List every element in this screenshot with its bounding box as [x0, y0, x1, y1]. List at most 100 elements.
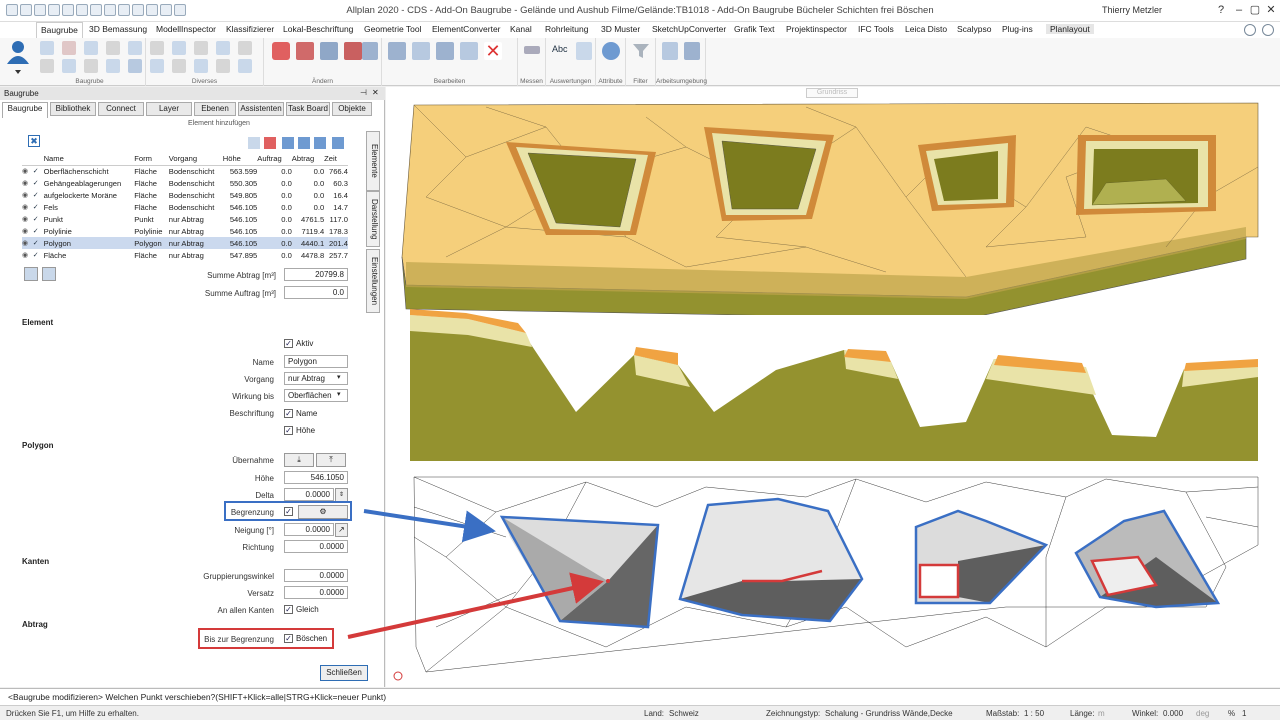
close-icon[interactable]: ✕	[1264, 3, 1278, 17]
begrenzung-edit-button[interactable]: ⚙	[298, 505, 348, 519]
layer-icon[interactable]	[106, 41, 120, 55]
help-icon[interactable]: ?	[1214, 3, 1228, 17]
tools-icon[interactable]: ✖	[28, 135, 40, 147]
points-icon[interactable]	[40, 59, 54, 73]
tab-baugrube[interactable]: Baugrube	[36, 22, 83, 38]
tab-scalypso[interactable]: Scalypso	[957, 24, 992, 34]
visibility-icon[interactable]: ◉	[22, 237, 33, 249]
visibility-icon[interactable]: ◉	[22, 201, 33, 213]
check-icon[interactable]: ✓	[33, 189, 44, 201]
gruppierung-field[interactable]: 0.0000	[284, 569, 348, 582]
gleich-checkbox[interactable]: ✓	[284, 605, 293, 614]
col-vorgang[interactable]: Vorgang	[168, 153, 223, 166]
check-icon[interactable]: ✓	[32, 237, 44, 249]
palette-tab-bibliothek[interactable]: Bibliothek	[50, 102, 96, 116]
tab-klassifizierer[interactable]: Klassifizierer	[226, 24, 274, 34]
massstab-value[interactable]: 1 : 50	[1024, 709, 1044, 718]
pin-icon[interactable]: ⊣	[360, 88, 367, 97]
ruler-icon[interactable]	[524, 46, 540, 54]
close-button[interactable]: Schließen	[320, 665, 368, 681]
copy-icon[interactable]	[150, 41, 164, 55]
chevron-down-icon[interactable]: ▾	[337, 390, 341, 398]
edit-pit-icon[interactable]	[128, 59, 142, 73]
palette-tab-connect[interactable]: Connect	[98, 102, 144, 116]
rotate-icon[interactable]	[194, 41, 208, 55]
col-zeit[interactable]: Zeit	[324, 153, 348, 166]
check-icon[interactable]: ✓	[33, 225, 44, 237]
check-icon[interactable]: ✓	[33, 165, 44, 177]
delete-icon[interactable]: ✕	[484, 42, 502, 60]
move-up-icon[interactable]	[298, 137, 310, 149]
visibility-icon[interactable]: ◉	[22, 213, 33, 225]
grid-icon[interactable]	[194, 59, 208, 73]
mirror-icon[interactable]	[216, 41, 230, 55]
palette-tab-assistenten[interactable]: Assistenten	[238, 102, 284, 116]
maximize-icon[interactable]: ▢	[1248, 3, 1262, 17]
tab-sketchupconverter[interactable]: SketchUpConverter	[652, 24, 726, 34]
move-icon[interactable]	[172, 41, 186, 55]
delete-row-icon[interactable]	[264, 137, 276, 149]
tab-elementconverter[interactable]: ElementConverter	[432, 24, 501, 34]
calc-icon[interactable]	[24, 267, 38, 281]
move-bottom-icon[interactable]	[332, 137, 344, 149]
tab-modellinspector[interactable]: ModellInspector	[156, 24, 216, 34]
uebernahme-down-button[interactable]: ⤓	[284, 453, 314, 467]
scale-icon[interactable]	[238, 41, 252, 55]
richtung-field[interactable]: 0.0000	[284, 540, 348, 553]
report-icon[interactable]	[576, 42, 592, 60]
terrain-icon[interactable]	[128, 41, 142, 55]
check-icon[interactable]: ✓	[33, 249, 44, 261]
visibility-icon[interactable]: ◉	[22, 177, 33, 189]
gear-icon[interactable]	[1244, 24, 1256, 36]
visibility-icon[interactable]: ◉	[22, 225, 33, 237]
land-value[interactable]: Schweiz	[669, 709, 699, 718]
copy-row-icon[interactable]	[248, 137, 260, 149]
options-icon[interactable]	[1262, 24, 1274, 36]
workspace-icon[interactable]	[662, 42, 678, 60]
measure-icon[interactable]	[172, 59, 186, 73]
delta-field[interactable]: 0.0000	[284, 488, 334, 501]
export-icon[interactable]	[42, 267, 56, 281]
tab-lokal-beschriftung[interactable]: Lokal-Beschriftung	[283, 24, 353, 34]
palette-tab-baugrube[interactable]: Baugrube	[2, 102, 48, 118]
stretch-icon[interactable]	[460, 42, 478, 60]
versatz-field[interactable]: 0.0000	[284, 586, 348, 599]
col-form[interactable]: Form	[134, 153, 169, 166]
tab-geometrie-tool[interactable]: Geometrie Tool	[364, 24, 421, 34]
col-abtrag[interactable]: Abtrag	[291, 153, 325, 166]
table-row[interactable]: ◉ ✓ Polylinie Polylinie nur Abtrag 546.105 0.0…	[22, 225, 348, 237]
tab-rohrleitung[interactable]: Rohrleitung	[545, 24, 588, 34]
beschr-name-checkbox[interactable]: ✓	[284, 409, 293, 418]
table-row[interactable]: ◉ ✓ Fels Fläche Bodenschicht 546.105 0.0 0.0 14.…	[22, 201, 348, 213]
move-top-icon[interactable]	[282, 137, 294, 149]
uebernahme-up-button[interactable]: ⤒	[316, 453, 346, 467]
model-viewport[interactable]: Grundriss	[386, 87, 1280, 687]
eraser-icon[interactable]	[296, 42, 314, 60]
modify-icon[interactable]	[106, 59, 120, 73]
aktiv-checkbox[interactable]: ✓	[284, 339, 293, 348]
check-icon[interactable]: ✓	[33, 201, 44, 213]
visibility-icon[interactable]: ◉	[22, 165, 33, 177]
viewport-tab[interactable]: Grundriss	[806, 88, 858, 98]
move-down-icon[interactable]	[314, 137, 326, 149]
table-row[interactable]: ◉ ✓ Oberflächenschicht Fläche Bodenschicht 56…	[22, 165, 348, 177]
surface-icon[interactable]	[84, 59, 98, 73]
hoehe-field[interactable]: 546.1050	[284, 471, 348, 484]
side-tab-darstellung[interactable]: Darstellung	[366, 191, 380, 247]
slope-icon[interactable]	[62, 41, 76, 55]
neigung-field[interactable]: 0.0000	[284, 523, 334, 536]
palette-tab-ebenen[interactable]: Ebenen	[194, 102, 236, 116]
align-icon[interactable]	[150, 59, 164, 73]
command-line[interactable]: <Baugrube modifizieren> Welchen Punkt ve…	[0, 688, 1280, 705]
split-icon[interactable]	[238, 59, 252, 73]
tab-plug-ins[interactable]: Plug-ins	[1002, 24, 1033, 34]
table-row[interactable]: ◉ ✓ aufgelockerte Moräne Fläche Bodenschicht…	[22, 189, 348, 201]
visibility-icon[interactable]: ◉	[22, 249, 33, 261]
side-tab-elemente[interactable]: Elemente	[366, 131, 380, 191]
join-icon[interactable]	[216, 59, 230, 73]
tab-3d-bemassung[interactable]: 3D Bemassung	[89, 24, 147, 34]
col-name[interactable]: Name	[43, 153, 135, 166]
col-auftrag[interactable]: Auftrag	[257, 153, 292, 166]
palette-tab-taskboard[interactable]: Task Board	[286, 102, 330, 116]
table-row[interactable]: ◉ ✓ Punkt Punkt nur Abtrag 546.105 0.0 4761.5 11…	[22, 213, 348, 225]
